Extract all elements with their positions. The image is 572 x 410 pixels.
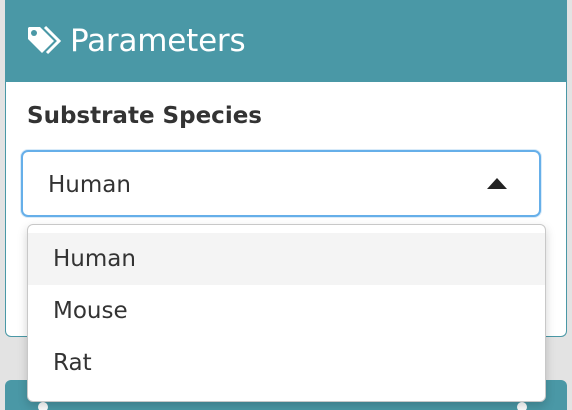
option-human[interactable]: Human: [28, 233, 545, 285]
substrate-species-label: Substrate Species: [27, 103, 262, 129]
option-rat[interactable]: Rat: [28, 337, 545, 389]
page: Parameters Substrate Species Human Human…: [0, 0, 572, 410]
caret-up-icon: [487, 178, 507, 189]
panel-title: Parameters: [70, 23, 246, 59]
option-mouse[interactable]: Mouse: [28, 285, 545, 337]
panel-header: Parameters: [6, 0, 566, 82]
species-dropdown-menu: Human Mouse Rat: [27, 224, 546, 402]
tags-icon: [26, 22, 64, 60]
substrate-species-select[interactable]: Human: [21, 150, 541, 217]
panel-collapse-icon: [517, 402, 527, 410]
select-current-value: Human: [48, 172, 131, 198]
panel-icon: [38, 402, 48, 410]
